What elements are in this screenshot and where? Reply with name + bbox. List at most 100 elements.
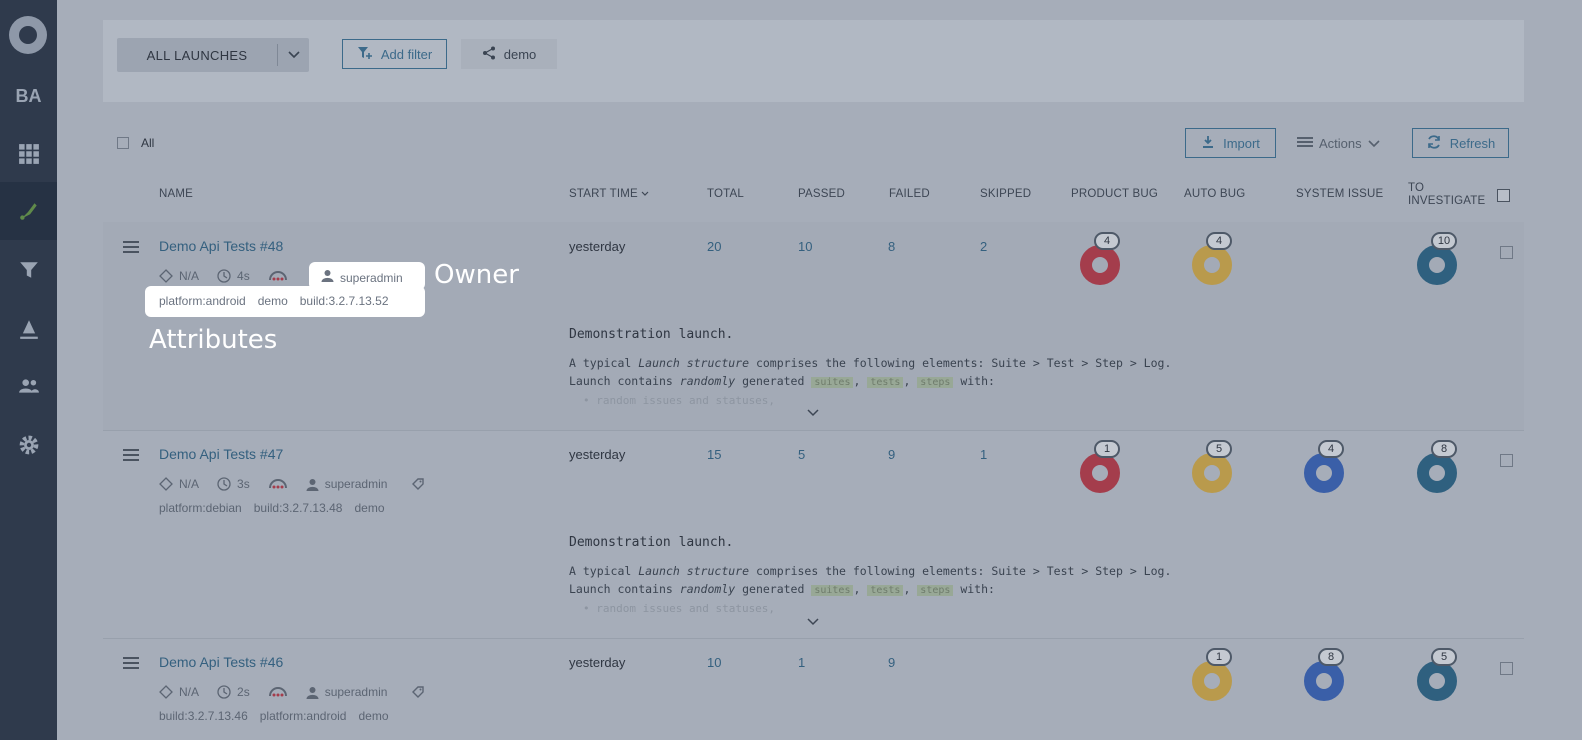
to-investigate-donut[interactable]: 8 [1416,440,1458,494]
to-investigate-donut[interactable]: 5 [1416,648,1458,702]
launch-name-link[interactable]: Demo Api Tests #46 [159,654,283,670]
clock-icon [217,685,231,699]
passed-count[interactable]: 5 [798,447,805,462]
header-total[interactable]: TOTAL [707,188,744,200]
passed-count[interactable]: 1 [798,655,805,670]
failed-count[interactable]: 9 [888,655,895,670]
clock-icon [217,269,231,283]
auto-bug-donut[interactable]: 5 [1191,440,1233,494]
table-row[interactable]: Demo Api Tests #46 N/A 2s superadmin bui… [103,639,1524,740]
to-investigate-donut[interactable]: 10 [1416,232,1458,286]
header-skipped[interactable]: SKIPPED [980,188,1031,200]
select-all-checkbox[interactable] [117,137,129,149]
launch-duration: 3s [237,477,250,491]
header-select-checkbox[interactable] [1497,189,1510,202]
menu-icon[interactable] [123,449,139,464]
row-checkbox[interactable] [1500,246,1513,259]
launches-icon[interactable] [0,182,57,240]
launch-name-link[interactable]: Demo Api Tests #48 [159,238,283,254]
header-to-investigate-line1: TO [1408,182,1425,194]
description-faded: • random issues and statuses, [583,394,776,407]
attribute-tag[interactable]: platform:android [159,294,246,308]
header-passed[interactable]: PASSED [798,188,845,200]
description-emphasis: randomly [679,374,736,388]
auto-bug-count: 5 [1206,440,1232,458]
launch-name: Demo Api Tests [159,446,257,462]
header-system-issue[interactable]: SYSTEM ISSUE [1296,188,1383,200]
auto-bug-donut[interactable]: 4 [1191,232,1233,286]
user-icon [321,269,334,287]
add-filter-button[interactable]: Add filter [342,39,447,69]
debug-icon[interactable] [0,300,57,358]
user-icon [306,686,319,699]
launch-name-link[interactable]: Demo Api Tests #47 [159,446,283,462]
filters-icon[interactable] [0,241,57,299]
launch-duration: 4s [237,269,250,283]
attribute-tag[interactable]: platform:debian [159,501,242,515]
system-issue-donut[interactable]: 4 [1303,440,1345,494]
product-bug-donut[interactable]: 1 [1079,440,1121,494]
skipped-count[interactable]: 1 [980,447,987,462]
failed-count[interactable]: 9 [888,447,895,462]
menu-icon[interactable] [123,657,139,672]
description-faded: • random issues and statuses, [583,602,776,615]
expand-chevron-icon[interactable] [807,613,819,631]
attribute-tag[interactable]: build:3.2.7.13.46 [159,709,248,723]
row-checkbox[interactable] [1500,454,1513,467]
app-logo-icon[interactable] [9,16,47,54]
total-count[interactable]: 10 [707,655,721,670]
user-icon [306,478,319,491]
shared-filter-demo[interactable]: demo [461,39,557,69]
import-button[interactable]: Import [1185,128,1276,158]
row-checkbox[interactable] [1500,662,1513,675]
system-issue-donut[interactable]: 8 [1303,648,1345,702]
header-failed[interactable]: FAILED [889,188,930,200]
sort-chevron-icon [641,188,649,200]
launch-na-label: N/A [179,477,200,491]
attribute-tag[interactable]: platform:android [260,709,347,723]
header-name[interactable]: NAME [159,188,193,200]
total-count[interactable]: 15 [707,447,721,462]
description-emphasis: Launch structure [638,564,750,578]
tag-icon[interactable] [411,477,425,491]
settings-icon[interactable] [0,416,57,474]
attribute-tag[interactable]: demo [358,709,388,723]
launches-select[interactable]: ALL LAUNCHES [117,38,309,72]
description-line: Launch contains randomly generated suite… [569,582,995,596]
attribute-tag[interactable]: demo [258,294,288,308]
description-text: generated [735,582,812,596]
code-chip: suites [811,585,854,596]
attribute-tag[interactable]: build:3.2.7.13.48 [254,501,343,515]
auto-bug-donut[interactable]: 1 [1191,648,1233,702]
menu-icon[interactable] [123,241,139,256]
attributes-highlight: platform:android demo build:3.2.7.13.52 [145,286,425,317]
product-bug-donut[interactable]: 4 [1079,232,1121,286]
header-product-bug[interactable]: PRODUCT BUG [1071,188,1158,200]
description-title: Demonstration launch. [569,327,734,342]
tag-icon[interactable] [411,685,425,699]
start-time: yesterday [569,239,626,254]
attribute-tag[interactable]: demo [354,501,384,515]
total-count[interactable]: 20 [707,239,721,254]
refresh-button[interactable]: Refresh [1412,128,1509,158]
actions-dropdown[interactable]: Actions [1297,133,1380,153]
members-icon[interactable] [0,357,57,415]
to-investigate-count: 8 [1431,440,1457,458]
attribute-tag[interactable]: build:3.2.7.13.52 [300,294,389,308]
header-to-investigate[interactable]: TO INVESTIGATE [1408,182,1485,208]
table-row[interactable]: Demo Api Tests #47 N/A 3s superadmin pla… [103,431,1524,638]
header-auto-bug[interactable]: AUTO BUG [1184,188,1245,200]
expand-chevron-icon[interactable] [807,404,819,422]
dashboard-icon[interactable] [0,125,57,183]
table-row[interactable]: Demo Api Tests #48 N/A 4s superadmin pla… [103,222,1524,430]
list-icon [1297,136,1313,151]
project-selector[interactable]: BA [0,67,57,125]
passed-count[interactable]: 10 [798,239,812,254]
header-start-time[interactable]: START TIME [569,188,649,200]
gauge-icon [268,271,288,281]
add-filter-icon [357,46,373,63]
skipped-count[interactable]: 2 [980,239,987,254]
failed-count[interactable]: 8 [888,239,895,254]
chevron-down-icon[interactable] [278,51,309,59]
description-line: A typical Launch structure comprises the… [569,564,1171,578]
